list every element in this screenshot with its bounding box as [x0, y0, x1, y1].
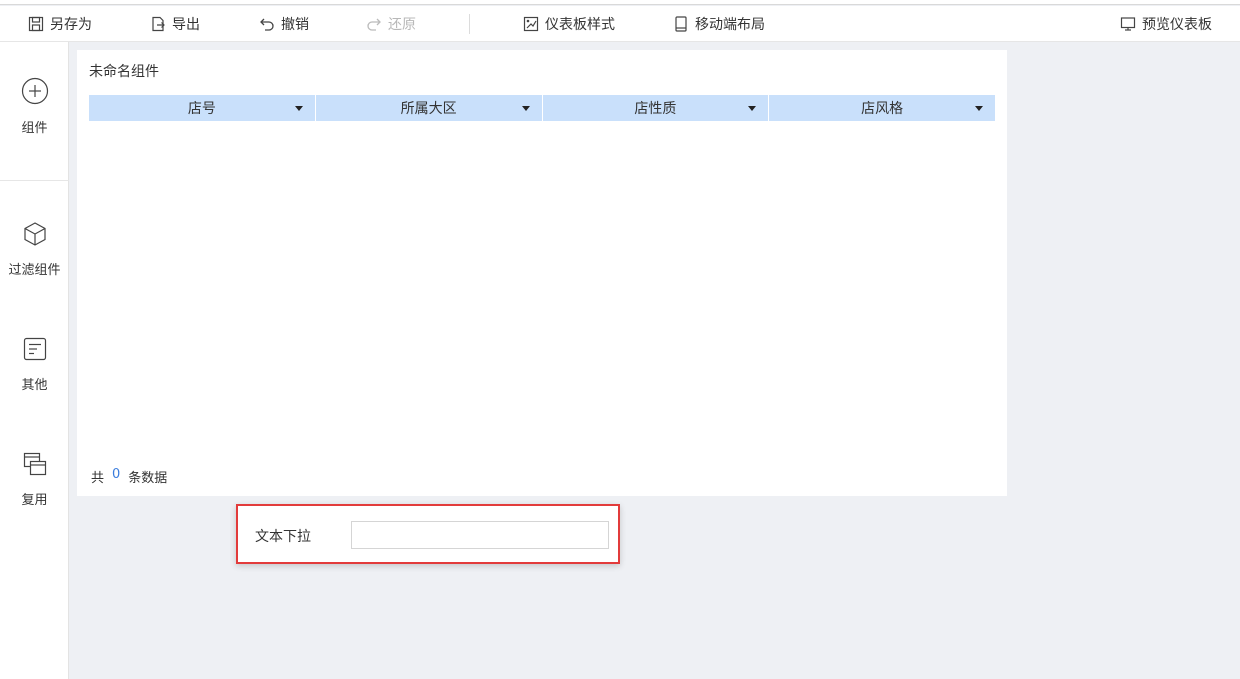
cube-icon — [23, 222, 46, 246]
column-label: 所属大区 — [400, 101, 457, 117]
sidebar-item-other[interactable]: 其他 — [0, 336, 69, 393]
count-suffix: 条数据 — [128, 471, 168, 486]
column-header-store-no[interactable]: 店号 — [89, 95, 316, 121]
save-icon — [28, 16, 44, 32]
table-header: 店号 所属大区 店性质 店风格 — [89, 95, 995, 121]
preview-dashboard-button[interactable]: 预览仪表板 — [1120, 14, 1212, 34]
undo-button[interactable]: 撤销 — [259, 14, 309, 34]
dashboard-style-label: 仪表板样式 — [545, 17, 615, 33]
sidebar-item-label: 复用 — [21, 493, 48, 508]
copy-windows-icon — [23, 452, 46, 476]
redo-label: 还原 — [388, 17, 416, 33]
plus-circle-icon — [21, 77, 48, 105]
export-label: 导出 — [172, 17, 200, 33]
column-header-region[interactable]: 所属大区 — [316, 95, 543, 121]
sidebar-divider — [0, 180, 69, 181]
sidebar-item-label: 其他 — [21, 378, 48, 393]
table-widget[interactable]: 未命名组件 店号 所属大区 店性质 店风格 共 0 条数据 — [77, 50, 1007, 496]
caret-down-icon[interactable] — [748, 106, 757, 111]
text-dropdown-filter[interactable]: 文本下拉 — [236, 504, 620, 564]
widget-title: 未命名组件 — [89, 64, 159, 80]
count-value: 0 — [112, 467, 121, 482]
filter-label: 文本下拉 — [255, 529, 311, 545]
text-box-icon — [23, 337, 46, 361]
mobile-layout-label: 移动端布局 — [695, 17, 765, 33]
sidebar-item-components[interactable]: 组件 — [0, 77, 69, 136]
column-label: 店风格 — [861, 101, 904, 117]
column-header-store-type[interactable]: 店性质 — [543, 95, 770, 121]
sidebar-item-label: 组件 — [21, 121, 48, 136]
window-top-edge — [0, 0, 1240, 5]
redo-icon — [367, 18, 381, 31]
export-button[interactable]: 导出 — [150, 14, 200, 34]
export-icon — [152, 16, 165, 32]
preview-dashboard-label: 预览仪表板 — [1142, 17, 1212, 33]
mobile-layout-button[interactable]: 移动端布局 — [673, 14, 765, 34]
dashboard-style-icon — [523, 16, 539, 32]
caret-down-icon[interactable] — [294, 106, 303, 111]
sidebar-item-filter-components[interactable]: 过滤组件 — [0, 221, 69, 278]
record-count: 共 0 条数据 — [91, 467, 167, 486]
toolbar: 另存为 导出 撤销 还原 仪表板样式 移动端布局 预览仪表板 — [0, 6, 1240, 42]
save-as-label: 另存为 — [50, 17, 92, 33]
redo-button[interactable]: 还原 — [366, 14, 416, 34]
undo-icon — [260, 18, 274, 31]
caret-down-icon[interactable] — [975, 106, 983, 111]
column-label: 店号 — [187, 101, 216, 117]
toolbar-divider — [469, 14, 470, 34]
count-prefix: 共 — [91, 471, 105, 486]
undo-label: 撤销 — [281, 17, 309, 33]
mobile-icon — [675, 16, 687, 32]
filter-dropdown-input[interactable] — [351, 521, 609, 549]
sidebar: 组件 过滤组件 其他 复用 — [0, 42, 69, 679]
save-as-button[interactable]: 另存为 — [28, 14, 92, 34]
sidebar-item-reuse[interactable]: 复用 — [0, 451, 69, 508]
column-header-store-style[interactable]: 店风格 — [769, 95, 995, 121]
monitor-icon — [1120, 17, 1136, 31]
sidebar-item-label: 过滤组件 — [8, 263, 61, 278]
column-label: 店性质 — [634, 101, 677, 117]
caret-down-icon[interactable] — [521, 106, 530, 111]
dashboard-style-button[interactable]: 仪表板样式 — [523, 14, 615, 34]
